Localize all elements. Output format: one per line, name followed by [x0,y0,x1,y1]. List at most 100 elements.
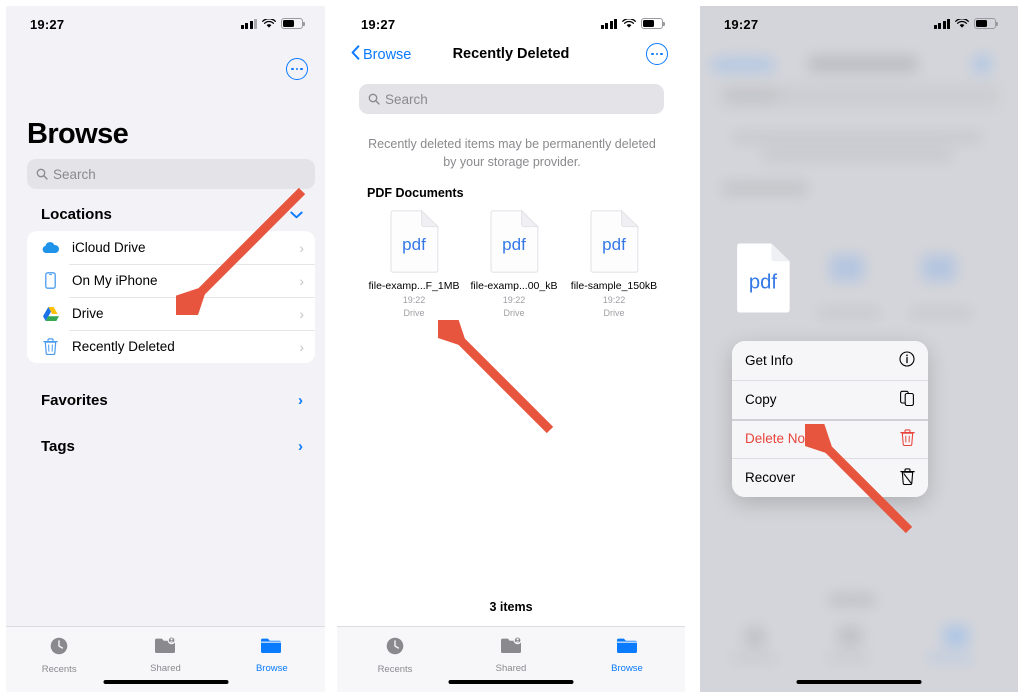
sidebar-item-label: Drive [72,306,104,321]
search-input[interactable]: Search [27,159,315,189]
home-indicator [103,679,228,684]
tab-label: Browse [255,663,288,674]
sidebar-item-recently-deleted[interactable]: Recently Deleted › [27,330,315,363]
chevron-down-icon[interactable] [290,211,303,219]
tab-recents[interactable]: Recents [20,636,98,675]
chevron-right-icon: › [299,338,304,355]
iphone-icon [40,272,61,289]
shared-folder-icon [500,636,523,660]
menu-item-get-info[interactable]: Get Info [732,341,928,380]
file-name: file-examp...F_1MB [368,280,460,292]
tab-label: Recents [41,664,77,675]
wifi-icon [622,18,636,29]
status-bar: 19:27 [6,6,325,40]
tab-shared[interactable]: Shared [126,636,204,674]
trash-icon [40,338,61,355]
more-options-icon[interactable] [286,58,308,80]
group-title-pdf-documents: PDF Documents [367,186,464,200]
sidebar-item-label: On My iPhone [72,273,158,288]
file-source: Drive [403,308,425,319]
sidebar-item-tags[interactable]: Tags › [41,431,303,461]
page-title: Browse [27,118,129,150]
sidebar-item-on-my-iphone[interactable]: On My iPhone › [27,264,315,297]
chevron-right-icon: › [298,437,303,455]
folder-icon [616,636,639,660]
wifi-icon [955,18,969,29]
deletion-notice: Recently deleted items may be permanentl… [368,137,656,170]
shared-folder-icon [154,636,177,660]
home-indicator [448,679,574,684]
status-icons [933,18,998,29]
sidebar-item-label: iCloud Drive [72,240,146,255]
status-bar: 19:27 [337,6,685,40]
menu-item-recover[interactable]: Recover [732,458,928,497]
tab-label: Shared [150,663,181,674]
menu-item-label: Recover [745,470,796,485]
home-indicator [796,679,922,684]
svg-text:pdf: pdf [602,235,626,254]
selected-pdf-file-icon[interactable]: pdf [736,242,791,314]
locations-list: iCloud Drive › On My iPhone › Drive › Re… [27,231,315,363]
clock-icon [385,636,405,661]
wifi-icon [262,18,276,29]
tags-label: Tags [41,437,75,455]
chevron-right-icon: › [299,239,304,256]
menu-item-delete-now[interactable]: Delete Now [732,419,928,458]
browse-screen: Browse Search Locations iCloud Drive › O… [6,40,325,692]
tab-shared[interactable]: Shared [472,636,550,674]
page-title: Recently Deleted [452,46,570,62]
cellular-signal-icon [600,18,617,29]
chevron-right-icon: › [298,391,303,409]
tab-bar: Recents Shared Browse [6,626,325,692]
item-count: 3 items [489,600,533,614]
file-item[interactable]: pdf file-sample_150kB 19:22 Drive [564,209,664,320]
locations-section-header[interactable]: Locations [41,206,303,223]
pdf-file-icon: pdf [489,209,539,273]
tab-bar: Recents Shared Browse [337,626,685,692]
status-icons [600,18,665,29]
file-source: Drive [603,308,625,319]
recently-deleted-screen: Browse Recently Deleted Search Recently … [337,40,685,692]
search-input[interactable]: Search [359,84,664,114]
phone-panel-context-menu: 19:27 pdf Get Info Copy Delete Now Recov… [700,6,1018,692]
search-placeholder: Search [53,166,96,182]
tab-bar-blurred [700,626,1018,692]
menu-item-label: Copy [745,392,777,407]
search-icon [368,93,380,105]
file-item[interactable]: pdf file-examp...F_1MB 19:22 Drive [364,209,464,320]
file-name: file-examp...00_kB [470,280,558,292]
file-time: 19:22 [402,294,426,305]
copy-icon [899,390,915,410]
tab-browse[interactable]: Browse [588,636,666,674]
file-name: file-sample_150kB [570,280,658,292]
trash-restore-icon [900,467,915,488]
sidebar-item-icloud-drive[interactable]: iCloud Drive › [27,231,315,264]
file-source: Drive [503,308,525,319]
locations-label: Locations [41,206,112,223]
pdf-file-icon: pdf [389,209,439,273]
nav-bar: Browse Recently Deleted [337,40,685,72]
tab-label: Recents [377,664,413,675]
menu-item-label: Delete Now [745,431,815,446]
tab-browse[interactable]: Browse [233,636,311,674]
battery-icon [641,18,665,29]
cellular-signal-icon [933,18,950,29]
phone-panel-browse: 19:27 Browse Search Locations iCloud Dri… [6,6,325,692]
menu-item-copy[interactable]: Copy [732,380,928,419]
favorites-label: Favorites [41,391,108,409]
sidebar-item-favorites[interactable]: Favorites › [41,385,303,415]
context-menu: Get Info Copy Delete Now Recover [732,341,928,497]
file-time: 19:22 [602,294,626,305]
clock-icon [49,636,69,661]
file-grid: pdf file-examp...F_1MB 19:22 Drive pdf f… [364,209,664,320]
svg-text:pdf: pdf [402,235,426,254]
icloud-drive-icon [40,241,61,254]
folder-icon [260,636,283,660]
sidebar-item-drive[interactable]: Drive › [27,297,315,330]
tab-recents[interactable]: Recents [356,636,434,675]
status-bar: 19:27 [700,6,1018,40]
file-item[interactable]: pdf file-examp...00_kB 19:22 Drive [464,209,564,320]
tab-label: Browse [611,663,643,674]
more-options-icon[interactable] [646,43,668,65]
menu-item-label: Get Info [745,353,794,368]
